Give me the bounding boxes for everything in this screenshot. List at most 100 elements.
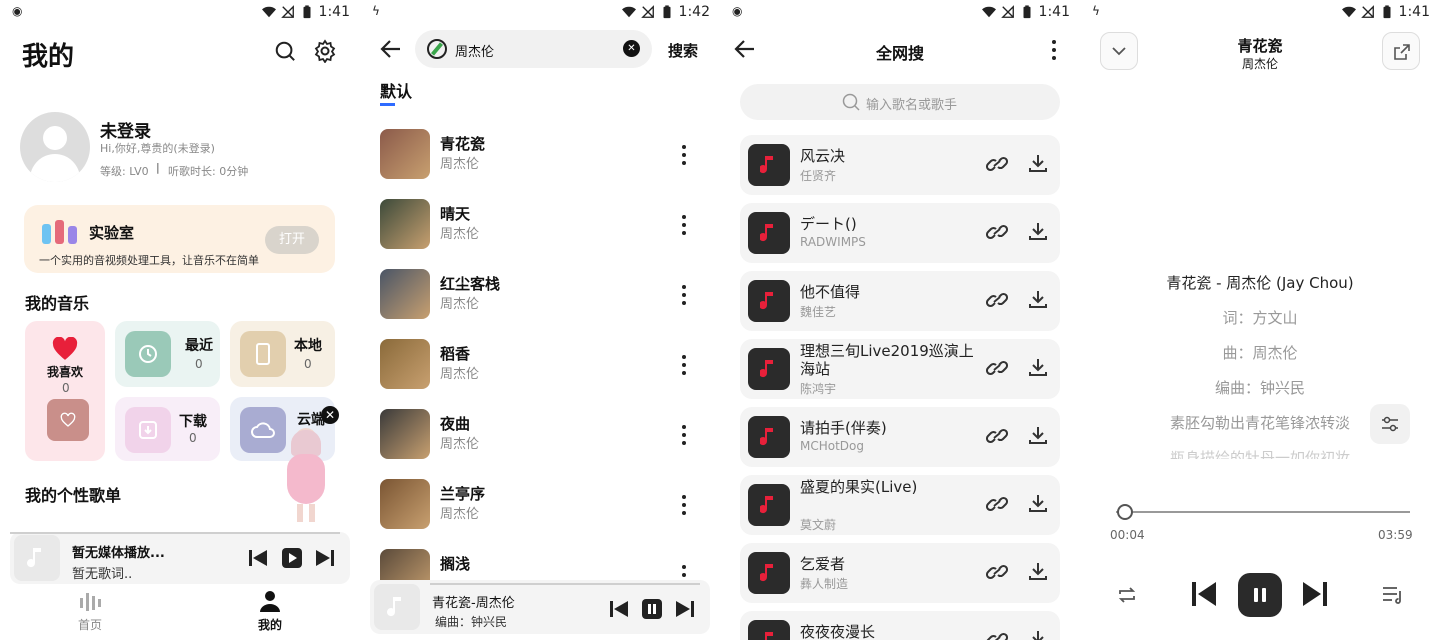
- download-icon[interactable]: [1028, 289, 1048, 309]
- heart-outline-icon: [60, 412, 76, 427]
- more-icon[interactable]: [1052, 40, 1056, 60]
- phone-icon: [240, 331, 286, 377]
- bottom-nav: 首页 我的: [0, 584, 360, 640]
- nav-mine[interactable]: 我的: [240, 590, 300, 633]
- previous-icon[interactable]: [609, 600, 629, 618]
- result-row[interactable]: 他不值得 魏佳艺: [740, 271, 1060, 331]
- more-icon[interactable]: [682, 495, 686, 515]
- result-row[interactable]: デート() RADWIMPS: [740, 203, 1060, 263]
- favorite-cover: [47, 399, 89, 441]
- song-cover: [380, 479, 430, 529]
- music-note-icon: [760, 564, 773, 582]
- song-name: 兰亭序: [440, 485, 486, 503]
- close-icon[interactable]: ✕: [321, 406, 339, 424]
- signal-icon: [1000, 5, 1014, 18]
- back-arrow-icon[interactable]: [380, 38, 402, 60]
- link-icon[interactable]: [986, 358, 1008, 378]
- link-icon[interactable]: [986, 290, 1008, 310]
- tile-recent-label: 最近: [185, 338, 213, 354]
- link-icon[interactable]: [986, 562, 1008, 582]
- more-icon[interactable]: [682, 355, 686, 375]
- share-button[interactable]: [1382, 32, 1420, 70]
- song-row[interactable]: 红尘客栈 周杰伦: [380, 264, 710, 324]
- tab-default[interactable]: 默认: [380, 78, 412, 102]
- pause-icon[interactable]: [642, 599, 662, 619]
- gear-icon[interactable]: [313, 39, 337, 63]
- tile-download[interactable]: 下载 0: [115, 397, 220, 461]
- more-icon[interactable]: [682, 285, 686, 305]
- repeat-icon[interactable]: [1117, 585, 1137, 605]
- status-time: 1:41: [318, 4, 350, 20]
- more-icon[interactable]: [682, 215, 686, 235]
- download-icon[interactable]: [1028, 493, 1048, 513]
- search-input[interactable]: 输入歌名或歌手: [740, 84, 1060, 120]
- search-icon[interactable]: [274, 40, 296, 62]
- next-icon[interactable]: [675, 600, 695, 618]
- result-name: デート(): [800, 215, 857, 233]
- result-row[interactable]: 夜夜夜漫长: [740, 611, 1060, 640]
- link-icon[interactable]: [986, 494, 1008, 514]
- link-icon[interactable]: [986, 154, 1008, 174]
- link-icon[interactable]: [986, 630, 1008, 640]
- result-artist: MCHotDog: [800, 439, 865, 453]
- mini-title: 暂无媒体播放...: [72, 546, 165, 561]
- song-row[interactable]: 青花瓷 周杰伦: [380, 124, 710, 184]
- result-artist: 彝人制造: [800, 577, 849, 591]
- lyric-settings-button[interactable]: [1370, 404, 1410, 444]
- mini-player[interactable]: 青花瓷-周杰伦 编曲：钟兴民: [370, 580, 710, 634]
- status-time: 1:42: [678, 4, 710, 20]
- avatar[interactable]: [20, 112, 90, 182]
- my-page-screen: ◉ 1:41 我的 未登录 Hi,你好,尊贵的(未登录) 等级: LV0 | 听…: [0, 0, 360, 640]
- result-row[interactable]: 风云决 任贤齐: [740, 135, 1060, 195]
- search-placeholder: 输入歌名或歌手: [866, 98, 958, 113]
- play-icon[interactable]: [282, 548, 302, 568]
- previous-icon[interactable]: [248, 549, 268, 567]
- song-row[interactable]: 兰亭序 周杰伦: [380, 474, 710, 534]
- signal-icon: [280, 5, 294, 18]
- result-cover: [748, 484, 790, 526]
- previous-icon[interactable]: [1190, 580, 1218, 608]
- next-icon[interactable]: [1301, 580, 1329, 608]
- nav-home[interactable]: 首页: [60, 590, 120, 633]
- mini-player[interactable]: 暂无媒体播放... 暂无歌词..: [10, 532, 350, 584]
- tile-recent[interactable]: 最近 0: [115, 321, 220, 387]
- pause-button[interactable]: [1238, 573, 1282, 617]
- download-icon[interactable]: [1028, 221, 1048, 241]
- song-row[interactable]: 晴天 周杰伦: [380, 194, 710, 254]
- user-listen-time: 听歌时长: 0分钟: [168, 165, 249, 178]
- search-input[interactable]: 周杰伦 ✕: [415, 30, 652, 68]
- song-cover: [380, 269, 430, 319]
- user-name[interactable]: 未登录: [100, 117, 151, 142]
- download-icon[interactable]: [1028, 357, 1048, 377]
- result-row[interactable]: 乞爱者 彝人制造: [740, 543, 1060, 603]
- tile-favorite[interactable]: 我喜欢 0: [25, 321, 105, 461]
- download-icon[interactable]: [1028, 425, 1048, 445]
- more-icon[interactable]: [682, 145, 686, 165]
- result-artist: 任贤齐: [800, 169, 837, 183]
- next-icon[interactable]: [315, 549, 335, 567]
- progress-track[interactable]: [1116, 511, 1410, 513]
- result-cover: [748, 348, 790, 390]
- wifi-icon: [1341, 6, 1356, 18]
- playlist-icon[interactable]: [1382, 585, 1404, 605]
- download-icon[interactable]: [1028, 561, 1048, 581]
- result-row[interactable]: 理想三旬Live2019巡演上海站 陈鸿宇: [740, 339, 1060, 399]
- lightning-icon: ϟ: [372, 4, 380, 18]
- more-icon[interactable]: [682, 425, 686, 445]
- download-icon[interactable]: [1028, 153, 1048, 173]
- lab-open-button[interactable]: 打开: [265, 226, 319, 254]
- song-row[interactable]: 稻香 周杰伦: [380, 334, 710, 394]
- link-icon[interactable]: [986, 222, 1008, 242]
- song-name: 稻香: [440, 345, 471, 363]
- result-name: 他不值得: [800, 283, 861, 301]
- tile-local[interactable]: 本地 0: [230, 321, 335, 387]
- search-button[interactable]: 搜索: [668, 40, 698, 61]
- result-row[interactable]: 盛夏的果实(Live) 莫文蔚: [740, 475, 1060, 535]
- progress-thumb[interactable]: [1116, 504, 1133, 520]
- result-row[interactable]: 请拍手(伴奏) MCHotDog: [740, 407, 1060, 467]
- link-icon[interactable]: [986, 426, 1008, 446]
- result-name: 夜夜夜漫长: [800, 623, 876, 640]
- song-row[interactable]: 夜曲 周杰伦: [380, 404, 710, 464]
- clear-icon[interactable]: ✕: [623, 40, 640, 57]
- download-icon[interactable]: [1028, 629, 1048, 640]
